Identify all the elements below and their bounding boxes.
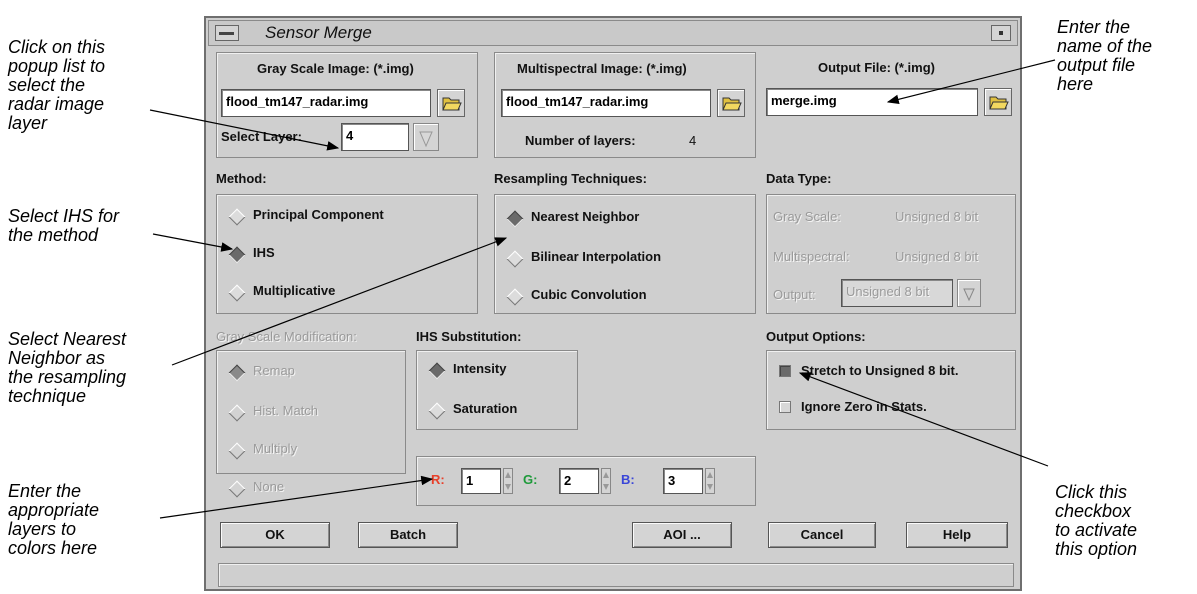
method-radio-ihs[interactable] <box>228 246 246 264</box>
g-stepper[interactable] <box>601 468 611 494</box>
gray-scale-folder-button[interactable] <box>437 89 465 117</box>
resampling-option-nearest[interactable]: Nearest Neighbor <box>531 209 639 224</box>
annotation-nearest-neighbor: Select Nearest Neighbor as the resamplin… <box>8 329 127 406</box>
output-file-input[interactable]: merge.img <box>766 88 978 116</box>
method-option-principal[interactable]: Principal Component <box>253 207 384 222</box>
method-option-ihs[interactable]: IHS <box>253 245 275 260</box>
method-radio-principal[interactable] <box>228 208 246 226</box>
method-label: Method: <box>216 171 267 186</box>
ihs-radio-saturation[interactable] <box>428 402 446 420</box>
resampling-radio-bilinear[interactable] <box>506 250 524 268</box>
ok-button[interactable]: OK <box>220 522 330 548</box>
method-group: Principal Component IHS Multiplicative <box>216 194 478 314</box>
annotation-checkbox: Click this checkbox to activate this opt… <box>1055 482 1138 559</box>
gray-type-value: Unsigned 8 bit <box>895 209 979 224</box>
gray-mod-radio-multiply[interactable] <box>228 442 246 460</box>
window-title: Sensor Merge <box>265 23 372 42</box>
method-option-multiplicative[interactable]: Multiplicative <box>253 283 335 298</box>
select-layer-input[interactable]: 4 <box>341 123 409 151</box>
resampling-option-bilinear[interactable]: Bilinear Interpolation <box>531 249 661 264</box>
ignore-zero-label[interactable]: Ignore Zero in Stats. <box>801 399 927 414</box>
ihs-sub-group: Intensity Saturation <box>416 350 578 430</box>
gray-type-label: Gray Scale: <box>773 209 841 224</box>
annotation-ihs: Select IHS for the method <box>8 206 120 245</box>
batch-button[interactable]: Batch <box>358 522 458 548</box>
gray-mod-option-remap[interactable]: Remap <box>253 363 295 378</box>
folder-open-icon <box>442 97 462 111</box>
multispectral-file-input[interactable]: flood_tm147_radar.img <box>501 89 711 117</box>
g-input[interactable]: 2 <box>559 468 599 494</box>
gray-mod-option-hist[interactable]: Hist. Match <box>253 403 318 418</box>
gray-mod-group: Remap Hist. Match Multiply None <box>216 350 406 498</box>
ihs-option-saturation[interactable]: Saturation <box>453 401 517 416</box>
r-stepper[interactable] <box>503 468 513 494</box>
gray-mod-option-none[interactable]: None <box>253 479 284 494</box>
multi-type-value: Unsigned 8 bit <box>895 249 979 264</box>
annotation-output-file: Enter the name of the output file here <box>1057 17 1153 94</box>
chevron-down-icon <box>419 131 433 148</box>
gray-mod-option-multiply[interactable]: Multiply <box>253 441 297 456</box>
gray-mod-label: Gray Scale Modification: <box>216 329 357 344</box>
number-of-layers-label: Number of layers: <box>525 133 636 148</box>
gray-mod-radio-remap[interactable] <box>228 364 246 382</box>
annotation-layers: Enter the appropriate layers to colors h… <box>8 481 100 558</box>
output-file-label: Output File: (*.img) <box>818 60 935 75</box>
r-label: R: <box>431 472 445 487</box>
g-label: G: <box>523 472 538 487</box>
status-bar <box>218 563 1014 587</box>
gray-mod-radio-hist[interactable] <box>228 404 246 422</box>
multispectral-folder-button[interactable] <box>717 89 745 117</box>
multispectral-group: Multispectral Image: (*.img) flood_tm147… <box>494 52 756 158</box>
output-options-group: Stretch to Unsigned 8 bit. Ignore Zero i… <box>766 350 1016 430</box>
ihs-radio-intensity[interactable] <box>428 362 446 380</box>
multi-type-label: Multispectral: <box>773 249 850 264</box>
resampling-radio-nearest[interactable] <box>506 210 524 228</box>
b-label: B: <box>621 472 635 487</box>
gray-scale-group: Gray Scale Image: (*.img) flood_tm147_ra… <box>216 52 478 158</box>
gray-mod-radio-none[interactable] <box>228 480 246 498</box>
data-type-group: Gray Scale: Unsigned 8 bit Multispectral… <box>766 194 1016 314</box>
select-layer-dropdown[interactable] <box>413 123 439 151</box>
window-menu-icon[interactable] <box>215 25 239 41</box>
data-type-label: Data Type: <box>766 171 832 186</box>
ignore-zero-checkbox[interactable] <box>779 401 791 413</box>
folder-open-icon <box>722 97 742 111</box>
output-options-label: Output Options: <box>766 329 866 344</box>
select-layer-label: Select Layer: <box>221 129 302 144</box>
r-input[interactable]: 1 <box>461 468 501 494</box>
resampling-option-cubic[interactable]: Cubic Convolution <box>531 287 647 302</box>
gray-scale-label: Gray Scale Image: (*.img) <box>257 61 414 76</box>
output-type-label: Output: <box>773 287 816 302</box>
sensor-merge-dialog: Sensor Merge Gray Scale Image: (*.img) f… <box>204 16 1022 591</box>
rgb-group: R: 1 G: 2 B: 3 <box>416 456 756 506</box>
gray-scale-file-input[interactable]: flood_tm147_radar.img <box>221 89 431 117</box>
folder-open-icon <box>989 96 1009 110</box>
resampling-group: Nearest Neighbor Bilinear Interpolation … <box>494 194 756 314</box>
multispectral-label: Multispectral Image: (*.img) <box>517 61 687 76</box>
title-bar[interactable]: Sensor Merge <box>208 20 1018 46</box>
number-of-layers-value: 4 <box>689 133 697 148</box>
minimize-icon[interactable] <box>991 25 1011 41</box>
stretch-checkbox[interactable] <box>779 365 791 377</box>
output-type-dropdown[interactable] <box>957 279 981 307</box>
resampling-radio-cubic[interactable] <box>506 288 524 306</box>
output-folder-button[interactable] <box>984 88 1012 116</box>
chevron-down-icon <box>963 288 975 302</box>
cancel-button[interactable]: Cancel <box>768 522 876 548</box>
resampling-label: Resampling Techniques: <box>494 171 647 186</box>
b-input[interactable]: 3 <box>663 468 703 494</box>
help-button[interactable]: Help <box>906 522 1008 548</box>
b-stepper[interactable] <box>705 468 715 494</box>
method-radio-multiplicative[interactable] <box>228 284 246 302</box>
ihs-sub-label: IHS Substitution: <box>416 329 522 344</box>
stretch-label[interactable]: Stretch to Unsigned 8 bit. <box>801 363 958 378</box>
ihs-option-intensity[interactable]: Intensity <box>453 361 506 376</box>
annotation-popup-list: Click on this popup list to select the r… <box>8 37 106 133</box>
output-type-select[interactable]: Unsigned 8 bit <box>841 279 953 307</box>
aoi-button[interactable]: AOI ... <box>632 522 732 548</box>
